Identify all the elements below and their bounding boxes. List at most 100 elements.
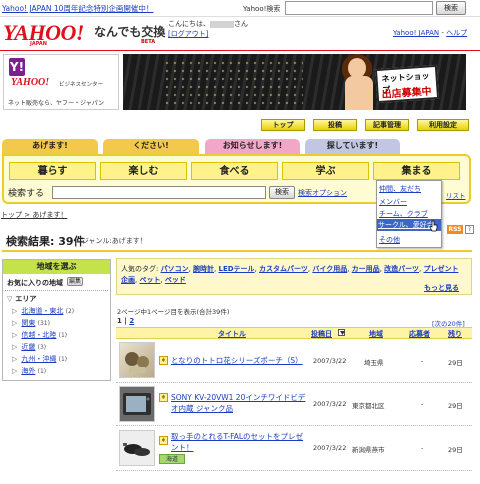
- masked-username: [210, 20, 234, 28]
- category-learn[interactable]: 学ぶ: [282, 162, 369, 180]
- area-label-text: エリア: [15, 295, 37, 303]
- region-item[interactable]: ▷ 近畿 (3): [12, 342, 46, 352]
- service-name: なんでも交換: [94, 25, 166, 39]
- nav-post-button[interactable]: 投稿: [313, 119, 357, 131]
- area-label: ▽ エリア: [7, 294, 36, 304]
- region-name[interactable]: 海外: [21, 367, 35, 375]
- nav-manage-button[interactable]: 記事管理: [365, 119, 409, 131]
- promo-link[interactable]: Yahoo! JAPAN 10周年記念特別企画開催中！: [2, 3, 153, 14]
- help-link[interactable]: ヘルプ: [446, 29, 467, 37]
- page-2-link[interactable]: 2: [129, 317, 134, 325]
- edit-regions-button[interactable]: 編集: [67, 277, 84, 286]
- tag-link[interactable]: 改造パーツ: [384, 265, 419, 273]
- cell-applicants: -: [421, 400, 424, 408]
- search-options-link[interactable]: 検索オプション: [298, 188, 347, 198]
- cell-remaining: 29日: [448, 359, 463, 367]
- tag-link[interactable]: カー用品: [352, 265, 380, 273]
- region-name[interactable]: 近畿: [21, 343, 35, 351]
- top-bar: Yahoo! JAPAN 10周年記念特別企画開催中！ Yahoo!検索 検索: [0, 0, 480, 17]
- tag-link[interactable]: パソコン: [161, 265, 189, 273]
- netshop-ad-banner[interactable]: ネットショップ 出店募集中: [123, 54, 466, 110]
- dropdown-item-circle-label: サークル、愛好会: [378, 221, 434, 229]
- breadcrumb[interactable]: トップ > あげます！: [1, 210, 67, 220]
- region-name[interactable]: 関東: [21, 319, 35, 327]
- list-link[interactable]: リスト: [446, 190, 466, 200]
- keyword-input[interactable]: [52, 186, 266, 199]
- item-thumbnail[interactable]: [119, 342, 155, 378]
- col-remaining[interactable]: 残り: [448, 329, 462, 339]
- sort-desc-icon[interactable]: [338, 329, 345, 336]
- item-thumbnail[interactable]: [119, 430, 155, 466]
- col-title[interactable]: タイトル: [218, 329, 246, 339]
- area-triangle-icon: ▽: [7, 295, 13, 303]
- recruit-sign: ネットショップ 出店募集中: [374, 64, 440, 104]
- dropdown-item-members[interactable]: メンバー: [379, 197, 407, 207]
- cell-region: 東京都北区: [352, 402, 385, 410]
- row-divider: [116, 382, 472, 383]
- tag-icon: ♦: [159, 356, 168, 365]
- more-tags-link[interactable]: もっと見る: [424, 283, 459, 293]
- cell-region: 埼玉県: [364, 359, 384, 367]
- item-thumbnail[interactable]: [119, 386, 155, 422]
- tag-icon: ♦: [159, 393, 168, 402]
- region-item[interactable]: ▷ 関東 (31): [12, 318, 50, 328]
- dropdown-item-teams[interactable]: チーム、クラブ: [379, 209, 428, 219]
- expand-triangle-icon: ▷: [12, 367, 18, 375]
- hand-cursor-icon: [429, 220, 438, 232]
- business-center-label: ビジネスセンター: [59, 82, 104, 88]
- region-item[interactable]: ▷ 海外 (1): [12, 366, 46, 376]
- nav-settings-button[interactable]: 利用設定: [417, 119, 469, 131]
- popular-tags-label: 人気のタグ:: [121, 265, 159, 273]
- yahoo-search-button[interactable]: 検索: [436, 1, 466, 15]
- region-name[interactable]: 信越・北陸: [21, 331, 56, 339]
- dropdown-item-friends[interactable]: 仲間、友だち: [379, 184, 421, 194]
- cell-remaining: 29日: [448, 402, 463, 410]
- region-count: (2): [65, 308, 75, 315]
- tab-seek[interactable]: 探しています!: [305, 139, 400, 154]
- row-divider: [116, 425, 472, 426]
- category-gather[interactable]: 集まる: [373, 162, 460, 180]
- keyword-search-button[interactable]: 検索: [269, 186, 295, 199]
- category-eat[interactable]: 食べる: [191, 162, 278, 180]
- logout-link[interactable]: [ログアウト]: [168, 29, 208, 39]
- yahoo-search-input[interactable]: [285, 1, 433, 15]
- tag-link[interactable]: ペット: [139, 276, 160, 284]
- col-date[interactable]: 投稿日: [311, 329, 332, 339]
- sign-line2: 出店募集中: [381, 86, 432, 101]
- category-enjoy[interactable]: 楽しむ: [100, 162, 187, 180]
- tag-icon: ♦: [159, 436, 168, 445]
- tag-link[interactable]: ペッド: [165, 276, 186, 284]
- dropdown-item-other[interactable]: その他: [379, 235, 400, 245]
- region-count: (31): [37, 320, 50, 327]
- item-title[interactable]: SONY KV-20VW1 20インチワイドビデオ内蔵 ジャンク品: [171, 392, 306, 414]
- tab-want[interactable]: ください!: [103, 139, 199, 154]
- tag-link[interactable]: カスタムパーツ: [259, 265, 308, 273]
- item-title[interactable]: となりのトトロ花シリーズポーチ（S）: [171, 355, 311, 366]
- help-icon[interactable]: ?: [465, 225, 474, 234]
- region-item[interactable]: ▷ 九州・沖縄 (1): [12, 354, 67, 364]
- item-title[interactable]: 取っ手のとれるT-FALのセットをプレゼント！: [171, 431, 306, 453]
- tag-link[interactable]: 腕時計: [193, 265, 214, 273]
- category-live[interactable]: 暮らす: [9, 162, 96, 180]
- tab-give[interactable]: あげます!: [2, 139, 98, 154]
- tag-link[interactable]: LEDテール: [219, 265, 255, 273]
- col-region[interactable]: 地域: [369, 329, 383, 339]
- yahoo-japan-link[interactable]: Yahoo! JAPAN: [393, 29, 439, 37]
- tab-notice[interactable]: お知らせします!: [205, 139, 300, 154]
- region-item[interactable]: ▷ 信越・北陸 (1): [12, 330, 67, 340]
- region-item[interactable]: ▷ 北海道・東北 (2): [12, 306, 74, 316]
- nav-top-button[interactable]: トップ: [261, 119, 305, 131]
- cell-region: 新潟県燕市: [352, 446, 385, 454]
- region-name[interactable]: 北海道・東北: [21, 307, 63, 315]
- tag-link[interactable]: バイク用品: [312, 265, 347, 273]
- cell-date: 2007/3/22: [313, 357, 347, 365]
- beta-badge: BETA: [141, 39, 156, 45]
- business-center-banner[interactable]: Y! YAHOO! ビジネスセンター ネット販売なら、ヤフー・ジャパン: [3, 54, 119, 110]
- page-info: 2ページ中1ページ目を表示(合計39件): [117, 308, 230, 316]
- col-applicants[interactable]: 応募者: [409, 329, 430, 339]
- region-count: (1): [58, 356, 68, 363]
- popular-tags: 人気のタグ: パソコン, 腕時計, LEDテール, カスタムパーツ, バイク用品…: [121, 265, 459, 284]
- region-name[interactable]: 九州・沖縄: [21, 355, 56, 363]
- banner-yahoo-logo: YAHOO!: [11, 77, 50, 88]
- rss-icon[interactable]: RSS: [447, 225, 463, 234]
